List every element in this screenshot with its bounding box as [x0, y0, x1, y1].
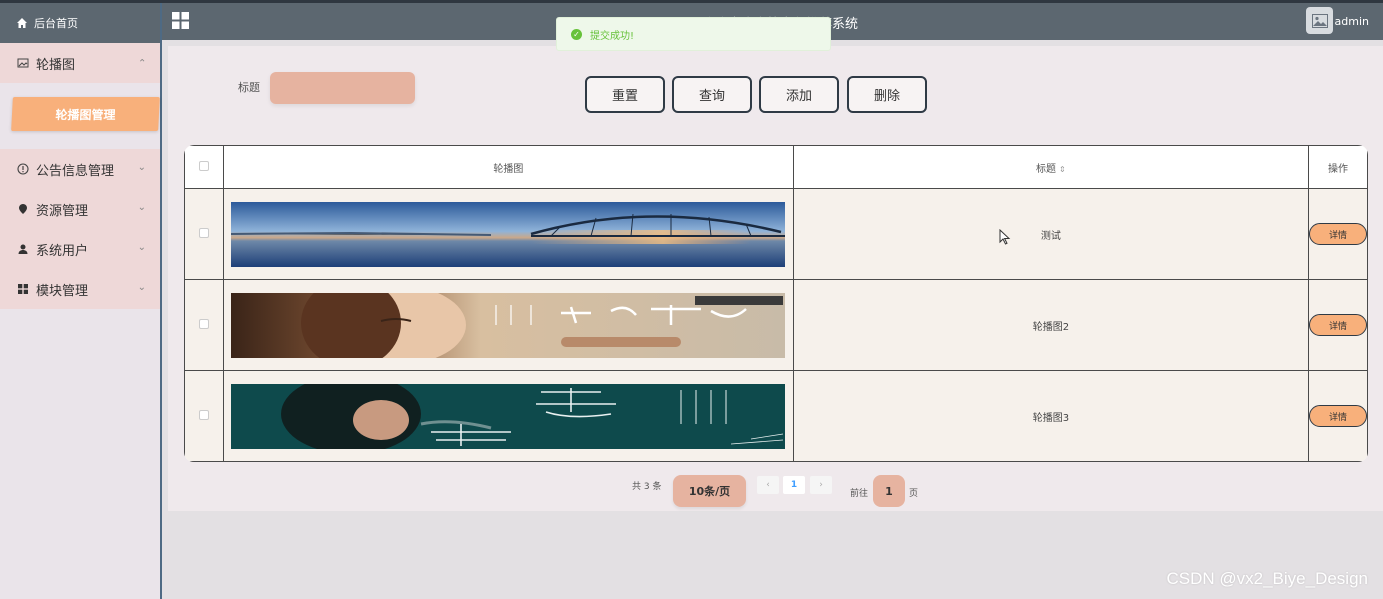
info-circle-icon: [16, 162, 30, 176]
prev-page-button[interactable]: ‹: [757, 476, 779, 494]
table-row: 测试 详情: [184, 188, 1368, 280]
success-toast: ✓ 提交成功!: [556, 17, 831, 51]
sort-icon[interactable]: ⇕: [1059, 165, 1066, 174]
next-page-button[interactable]: ›: [810, 476, 832, 494]
username[interactable]: admin: [1335, 15, 1369, 28]
row-checkbox[interactable]: [198, 227, 209, 238]
row-action-cell: 详情: [1307, 370, 1368, 462]
detail-button[interactable]: 详情: [1308, 405, 1367, 427]
chevron-down-icon: ⌄: [137, 282, 146, 293]
mouse-cursor-icon: [999, 229, 1011, 245]
select-all-cell: [184, 145, 224, 189]
goto-page-input[interactable]: 1: [873, 475, 905, 507]
bridge-sunset-banner-image: [231, 201, 786, 267]
page-size-select[interactable]: 10条/页: [673, 475, 746, 507]
chevron-down-icon: ⌄: [137, 242, 146, 253]
row-title-cell: 轮播图2: [792, 279, 1309, 371]
row-image-cell: [222, 279, 794, 371]
sidebar-subitem-label: 轮播图管理: [55, 107, 116, 122]
row-checkbox[interactable]: [198, 409, 209, 420]
delete-button[interactable]: 删除: [847, 76, 927, 113]
row-select-cell: [184, 188, 224, 280]
title-search-input[interactable]: [270, 72, 415, 104]
main-content: 标题 重置 查询 添加 删除 轮播图 标题 ⇕ 操作 测试 详情 轮播图2 详情…: [168, 46, 1383, 511]
toast-message: 提交成功!: [590, 30, 635, 42]
teal-album-banner-image: [231, 383, 786, 449]
select-all-checkbox[interactable]: [198, 160, 209, 171]
pagination-total: 共 3 条: [632, 482, 662, 492]
row-select-cell: [184, 279, 224, 371]
location-pin-icon: [16, 202, 30, 216]
row-action-cell: 详情: [1307, 188, 1368, 280]
sidebar-subitem-carousel-manage[interactable]: 轮播图管理: [11, 97, 160, 131]
sidebar-item-users[interactable]: 系统用户 ⌄: [0, 229, 160, 269]
row-image-cell: [222, 370, 794, 462]
table-row: 轮播图3 详情: [184, 370, 1368, 462]
page-number-current[interactable]: 1: [783, 476, 805, 494]
col-header-title-label: 标题: [1036, 163, 1057, 175]
sidebar-home-label: 后台首页: [34, 17, 78, 30]
row-image-cell: [222, 188, 794, 280]
grid-icon: [16, 282, 30, 296]
image-placeholder-icon: [1311, 13, 1328, 28]
chevron-up-icon: ⌄: [137, 56, 146, 67]
sidebar-submenu: 轮播图管理: [0, 83, 160, 149]
row-checkbox[interactable]: [198, 318, 209, 329]
avatar[interactable]: [1306, 7, 1333, 34]
menu-grid-icon[interactable]: [172, 12, 189, 29]
detail-button[interactable]: 详情: [1308, 314, 1367, 336]
sidebar-home[interactable]: 后台首页: [0, 3, 160, 43]
check-circle-icon: ✓: [571, 28, 582, 40]
sidebar-item-label: 资源管理: [36, 203, 89, 219]
table-header-row: 轮播图 标题 ⇕ 操作: [184, 145, 1368, 189]
home-icon: [17, 18, 27, 28]
col-header-action: 操作: [1307, 145, 1368, 189]
sidebar-item-label: 模块管理: [36, 283, 89, 299]
watermark: CSDN @vx2_Biye_Design: [1166, 569, 1368, 588]
table-row: 轮播图2 详情: [184, 279, 1368, 371]
row-title-cell: 轮播图3: [792, 370, 1309, 462]
sidebar-item-label: 轮播图: [36, 57, 76, 73]
sidebar-item-resource[interactable]: 资源管理 ⌄: [0, 189, 160, 229]
detail-button[interactable]: 详情: [1308, 223, 1367, 245]
search-label: 标题: [238, 81, 260, 94]
add-button[interactable]: 添加: [759, 76, 839, 113]
chevron-down-icon: ⌄: [137, 202, 146, 213]
sidebar-item-notice[interactable]: 公告信息管理 ⌄: [0, 149, 160, 189]
image-icon: [16, 56, 30, 70]
col-header-image: 轮播图: [222, 145, 794, 189]
carousel-table: 轮播图 标题 ⇕ 操作 测试 详情 轮播图2 详情 轮播图3 详情: [184, 145, 1368, 462]
row-title-cell: 测试: [792, 188, 1309, 280]
sidebar: 后台首页 轮播图 ⌄ 轮播图管理 公告信息管理 ⌄ 资源管理 ⌄ 系统用户 ⌄: [0, 3, 162, 599]
user-icon: [16, 242, 30, 256]
sidebar-item-modules[interactable]: 模块管理 ⌄: [0, 269, 160, 309]
goto-label: 前往: [850, 489, 869, 499]
page-unit-label: 页: [909, 489, 919, 499]
sidebar-item-label: 公告信息管理: [36, 163, 115, 179]
chevron-down-icon: ⌄: [137, 162, 146, 173]
sidebar-item-label: 系统用户: [36, 243, 89, 259]
reset-button[interactable]: 重置: [585, 76, 665, 113]
query-button[interactable]: 查询: [672, 76, 752, 113]
row-select-cell: [184, 370, 224, 462]
col-header-title[interactable]: 标题 ⇕: [792, 145, 1309, 189]
woman-album-banner-image: [231, 292, 786, 358]
sidebar-item-carousel[interactable]: 轮播图 ⌄: [0, 43, 160, 83]
row-action-cell: 详情: [1307, 279, 1368, 371]
